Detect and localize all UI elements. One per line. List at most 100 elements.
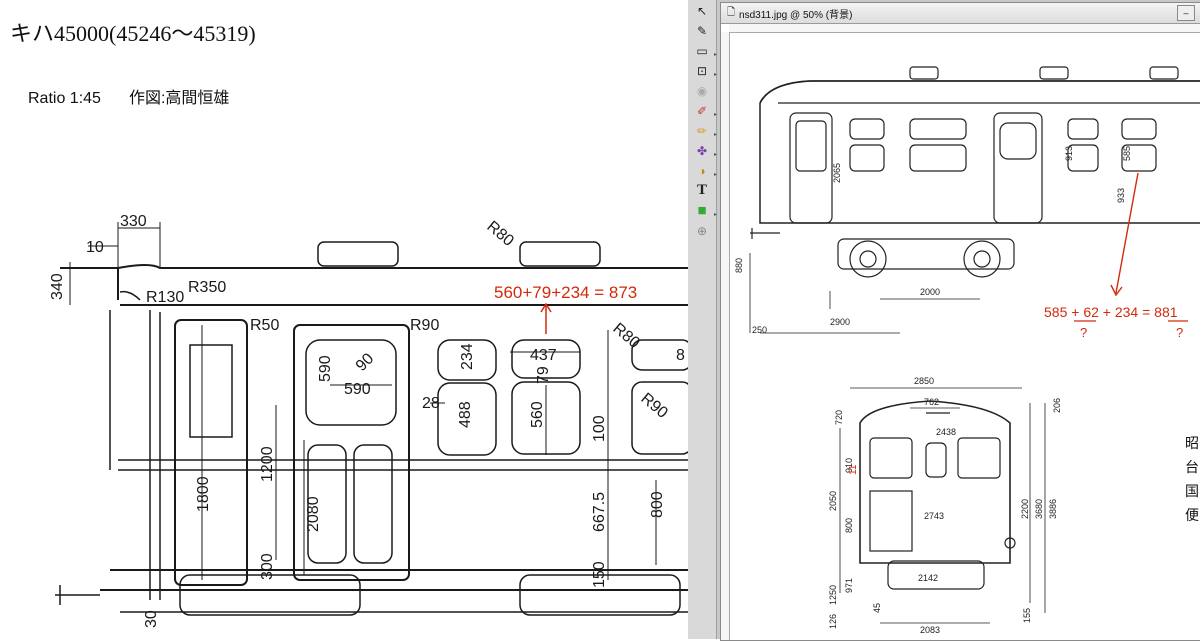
red-annotation-sum: 560+79+234 = 873 bbox=[494, 283, 637, 302]
dim-text: 585 bbox=[1122, 146, 1132, 161]
dim-text: 2900 bbox=[830, 317, 850, 327]
left-drawing-panel: キハ45000(45246〜45319) Ratio 1:45作図:高間恒雄 bbox=[0, 0, 688, 639]
dim-text: R50 bbox=[250, 317, 279, 334]
eyedropper-tool-button[interactable]: ✎ bbox=[691, 21, 713, 40]
crop-tool-button[interactable]: ⊡ ▸ bbox=[691, 61, 717, 80]
document-titlebar[interactable]: 🗋 nsd311.jpg @ 50% (背景) – bbox=[721, 3, 1200, 24]
dim-text: 2065 bbox=[832, 163, 842, 183]
crop-icon: ⊡ bbox=[696, 63, 708, 78]
dim-text: 437 bbox=[530, 347, 557, 364]
image-editor-app: ↖ ✎ ▭ ▸ ⊡ ▸ ◉ ✐ ▸ ✏ ▸ ✤ ▸ ◑ ▸ T ■ ▸ ⊕ 🗋 nsd311.… bbox=[688, 0, 1200, 641]
document-title: nsd311.jpg @ 50% (背景) bbox=[739, 9, 853, 21]
dim-text: 250 bbox=[752, 325, 767, 335]
document-icon: 🗋 bbox=[727, 6, 736, 18]
side-text: 便 bbox=[1185, 508, 1199, 524]
dim-text: 3886 bbox=[1048, 499, 1058, 519]
railcar-side-drawing: 330 10 340 R80 R130 R350 R50 R90 R80 R90… bbox=[49, 213, 688, 628]
dim-text: 10 bbox=[86, 239, 104, 256]
horizontal-ruler bbox=[729, 24, 1200, 33]
dim-text: 933 bbox=[1116, 188, 1126, 203]
pencil-tool-button[interactable]: ✏ ▸ bbox=[691, 121, 717, 140]
dim-text: 126 bbox=[828, 614, 838, 629]
dim-text: 340 bbox=[49, 273, 66, 300]
marquee-icon: ▭ bbox=[696, 43, 708, 58]
red-annotation-small: 11 bbox=[848, 464, 859, 475]
zoom-tool-button[interactable]: ⊕ bbox=[691, 221, 713, 240]
dim-text: 667.5 bbox=[591, 492, 608, 532]
text-tool-button[interactable]: T bbox=[691, 181, 713, 200]
dim-text: 971 bbox=[844, 578, 854, 593]
tool-flyout-icon: ▸ bbox=[713, 72, 717, 78]
toolbox: ↖ ✎ ▭ ▸ ⊡ ▸ ◉ ✐ ▸ ✏ ▸ ✤ ▸ ◑ ▸ T ■ ▸ ⊕ bbox=[688, 0, 717, 639]
dim-text: 45 bbox=[872, 603, 882, 613]
minimize-button[interactable]: – bbox=[1177, 5, 1195, 21]
text-tool-icon: T bbox=[696, 182, 707, 198]
vertical-ruler bbox=[721, 32, 730, 640]
dim-text: R90 bbox=[637, 390, 670, 422]
clone-stamp-tool-button[interactable]: ✤ ▸ bbox=[691, 141, 717, 160]
dodge-tool-button[interactable]: ◑ ▸ bbox=[691, 161, 717, 180]
dim-text: 720 bbox=[834, 410, 844, 425]
dim-text: 2850 bbox=[914, 376, 934, 386]
red-question-mark: ? bbox=[1176, 325, 1183, 340]
dim-text: 155 bbox=[1022, 608, 1032, 623]
dim-text: 150 bbox=[591, 561, 608, 588]
move-tool-button[interactable]: ↖ bbox=[691, 1, 713, 20]
dim-text: 762 bbox=[924, 397, 939, 407]
dim-text: 100 bbox=[591, 415, 608, 442]
tool-flyout-icon: ▸ bbox=[713, 152, 717, 158]
dim-text: 8 bbox=[676, 347, 685, 364]
dim-text: 1200 bbox=[259, 446, 276, 482]
dim-text: 90 bbox=[353, 350, 378, 375]
dim-text: 800 bbox=[844, 518, 854, 533]
dim-text: 2743 bbox=[924, 511, 944, 521]
dodge-icon: ◑ bbox=[698, 163, 706, 178]
dim-text: 913 bbox=[1064, 146, 1074, 161]
dim-text: 28 bbox=[422, 395, 440, 412]
dim-text: 206 bbox=[1052, 398, 1062, 413]
marquee-tool-button[interactable]: ▭ ▸ bbox=[691, 41, 717, 60]
tool-flyout-icon: ▸ bbox=[713, 112, 717, 118]
dim-text: 2083 bbox=[920, 625, 940, 635]
side-text: 国 bbox=[1185, 484, 1199, 500]
dim-text: 2200 bbox=[1020, 499, 1030, 519]
dim-text: 880 bbox=[734, 258, 744, 273]
dim-text: 330 bbox=[120, 213, 147, 230]
color-swatch-icon: ■ bbox=[697, 202, 707, 219]
dim-text: 2050 bbox=[828, 491, 838, 511]
red-annotation-sum: 585 + 62 + 234 = 881 bbox=[1044, 304, 1178, 320]
dim-text: 3680 bbox=[1034, 499, 1044, 519]
brush-tool-button[interactable]: ✐ ▸ bbox=[691, 101, 717, 120]
tool-flyout-icon: ▸ bbox=[713, 132, 717, 138]
document-window[interactable]: 🗋 nsd311.jpg @ 50% (背景) – 2065 880 2000 … bbox=[720, 2, 1200, 641]
dim-text: 300 bbox=[259, 553, 276, 580]
red-question-mark: ? bbox=[1080, 325, 1087, 340]
dim-text: 2080 bbox=[305, 496, 322, 532]
dim-text: 234 bbox=[459, 343, 476, 370]
dim-text: 560 bbox=[529, 401, 546, 428]
scanned-drawing: 2065 880 2000 2900 250 913 585 933 585 +… bbox=[734, 66, 1200, 635]
color-swatch-button[interactable]: ■ ▸ bbox=[691, 201, 717, 220]
clone-stamp-icon: ✤ bbox=[696, 143, 708, 158]
redeye-tool-button[interactable]: ◉ bbox=[691, 81, 713, 100]
tool-flyout-icon: ▸ bbox=[713, 212, 717, 218]
eyedropper-icon: ✎ bbox=[696, 23, 708, 38]
dim-text: 488 bbox=[457, 401, 474, 428]
brush-icon: ✐ bbox=[696, 103, 708, 118]
dim-text: R80 bbox=[483, 218, 516, 250]
dim-text: 800 bbox=[649, 491, 666, 518]
tool-flyout-icon: ▸ bbox=[713, 52, 717, 58]
dim-text: R80 bbox=[609, 320, 642, 352]
pencil-icon: ✏ bbox=[696, 123, 708, 138]
dim-text: 30 bbox=[143, 610, 160, 628]
dim-text: 2142 bbox=[918, 573, 938, 583]
dim-text: 2438 bbox=[936, 427, 956, 437]
dim-text: R130 bbox=[146, 289, 184, 306]
redeye-icon: ◉ bbox=[696, 83, 708, 98]
side-text: 台 bbox=[1185, 460, 1199, 476]
dim-text: 590 bbox=[317, 355, 334, 382]
dim-text: R90 bbox=[410, 317, 439, 334]
image-canvas[interactable]: 2065 880 2000 2900 250 913 585 933 585 +… bbox=[730, 33, 1200, 640]
zoom-icon: ⊕ bbox=[696, 223, 708, 238]
dim-text: 1250 bbox=[828, 585, 838, 605]
